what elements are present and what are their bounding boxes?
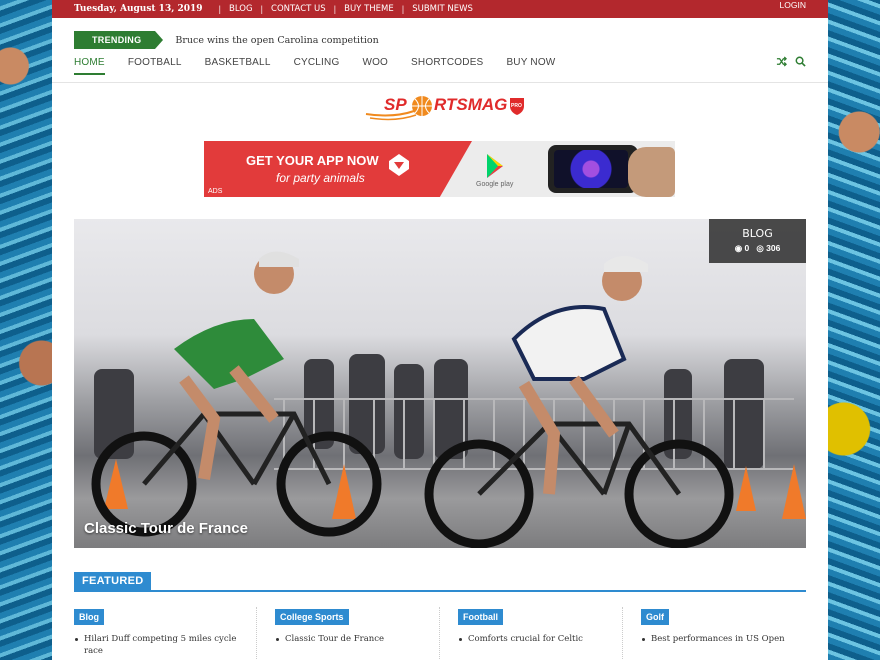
featured-column-blog: Blog Hilari Duff competing 5 miles cycle… xyxy=(74,607,257,660)
logo-badge: PRO xyxy=(511,103,522,109)
topbar-link-submit-news[interactable]: SUBMIT NEWS xyxy=(412,4,473,14)
featured-section-header: FEATURED xyxy=(74,571,806,592)
view-count: 306 xyxy=(766,243,781,253)
ad-title: GET YOUR APP NOW xyxy=(246,153,379,168)
nav-item-woo[interactable]: WOO xyxy=(362,57,388,75)
ad-label: ADS xyxy=(208,188,223,195)
list-item[interactable]: Comforts crucial for Celtic xyxy=(459,633,605,645)
site-logo[interactable]: SP RTSMAG PRO xyxy=(364,92,534,124)
google-play-icon xyxy=(487,154,503,178)
main-nav: HOME FOOTBALL BASKETBALL CYCLING WOO SHO… xyxy=(74,57,578,75)
trending-headline[interactable]: Bruce wins the open Carolina competition xyxy=(175,35,378,46)
hero-category[interactable]: BLOG xyxy=(709,227,806,240)
nav-divider xyxy=(52,82,828,83)
nav-item-buy-now[interactable]: BUY NOW xyxy=(506,57,555,75)
trending-label: TRENDING xyxy=(74,31,164,49)
ad-red-panel xyxy=(204,141,472,197)
nav-item-football[interactable]: FOOTBALL xyxy=(128,57,182,75)
hero-meta-badge: BLOG ◉ 0 ◎ 306 xyxy=(709,219,806,263)
hero-title[interactable]: Classic Tour de France xyxy=(84,520,248,537)
hand-image xyxy=(628,147,675,197)
ad-subtitle: for party animals xyxy=(276,171,365,185)
featured-label: FEATURED xyxy=(74,572,152,590)
category-tag-golf[interactable]: Golf xyxy=(641,609,669,625)
login-link[interactable]: LOGIN xyxy=(780,0,806,10)
list-item[interactable]: Classic Tour de France xyxy=(276,633,422,645)
topbar-link-buy-theme[interactable]: BUY THEME xyxy=(344,4,394,14)
background-left xyxy=(0,0,52,660)
category-tag-blog[interactable]: Blog xyxy=(74,609,104,625)
featured-column-football: Football Comforts crucial for Celtic xyxy=(440,607,623,660)
eye-icon: ◎ xyxy=(756,243,764,253)
current-date: Tuesday, August 13, 2019 xyxy=(74,4,203,14)
nav-icons xyxy=(776,56,806,70)
logo-text-sp: SP xyxy=(384,95,407,114)
list-item[interactable]: Hilari Duff competing 5 miles cycle race xyxy=(75,633,239,657)
nav-item-basketball[interactable]: BASKETBALL xyxy=(205,57,271,75)
shuffle-icon[interactable] xyxy=(776,56,787,70)
list-item[interactable]: Best performances in US Open xyxy=(642,633,788,645)
nav-item-home[interactable]: HOME xyxy=(74,57,105,75)
diamond-icon xyxy=(389,154,409,176)
background-right xyxy=(828,0,880,660)
category-tag-college-sports[interactable]: College Sports xyxy=(275,609,349,625)
featured-column-golf: Golf Best performances in US Open xyxy=(623,607,806,660)
topbar-link-blog[interactable]: BLOG xyxy=(229,4,253,14)
logo-text-rtsmag: RTSMAG xyxy=(434,95,507,114)
topbar-link-contact[interactable]: CONTACT US xyxy=(271,4,326,14)
ad-store-label: Google play xyxy=(476,181,514,188)
featured-columns: Blog Hilari Duff competing 5 miles cycle… xyxy=(74,607,806,660)
nav-item-cycling[interactable]: CYCLING xyxy=(294,57,340,75)
hero-stats: ◉ 0 ◎ 306 xyxy=(709,243,806,254)
top-bar: Tuesday, August 13, 2019 | BLOG | CONTAC… xyxy=(52,0,828,18)
phone-image xyxy=(548,145,638,193)
comment-count: 0 xyxy=(744,243,750,253)
category-tag-football[interactable]: Football xyxy=(458,609,503,625)
nav-item-shortcodes[interactable]: SHORTCODES xyxy=(411,57,483,75)
hero-slide[interactable]: BLOG ◉ 0 ◎ 306 Classic Tour de France xyxy=(74,219,806,548)
trending-bar: TRENDING Bruce wins the open Carolina co… xyxy=(74,31,379,49)
ad-banner[interactable]: GET YOUR APP NOW for party animals ADS G… xyxy=(204,141,675,197)
cyclists-illustration xyxy=(91,251,806,548)
featured-column-college-sports: College Sports Classic Tour de France xyxy=(257,607,440,660)
page: Tuesday, August 13, 2019 | BLOG | CONTAC… xyxy=(52,0,828,660)
search-icon[interactable] xyxy=(795,56,806,70)
comment-icon: ◉ xyxy=(734,243,743,253)
